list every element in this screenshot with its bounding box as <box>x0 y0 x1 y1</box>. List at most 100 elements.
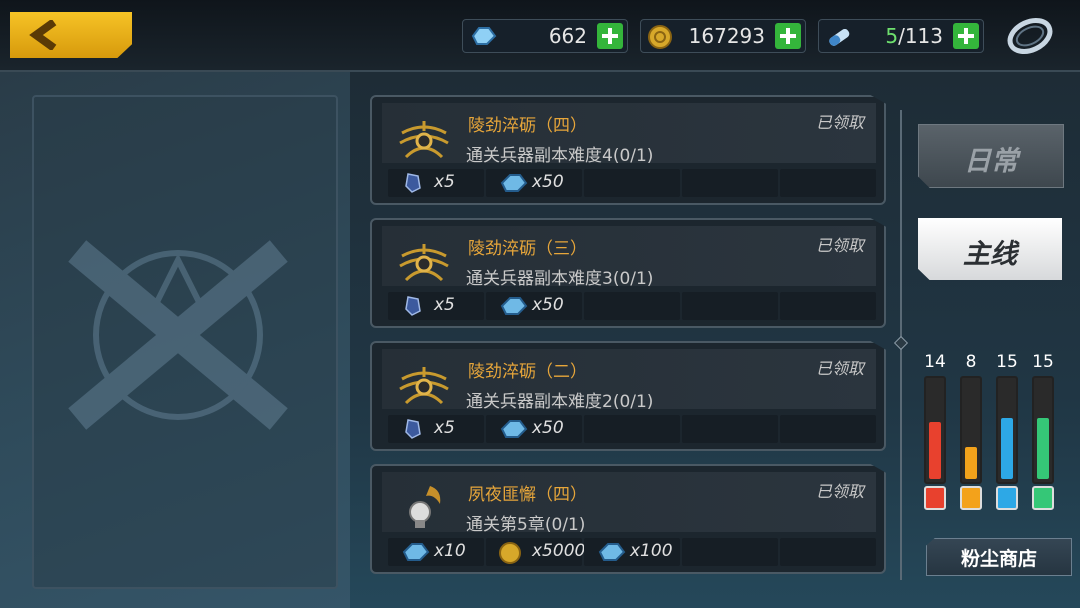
tab-daily[interactable]: 日常 <box>918 124 1064 188</box>
crystal-icon <box>471 27 497 45</box>
reward-quantity: x5 <box>434 418 455 438</box>
gauge-fill <box>1001 418 1013 479</box>
quest-header: 陵劲淬砺（三） 通关兵器副本难度3(0/1) 已领取 <box>382 226 876 289</box>
reward-slot <box>780 538 876 566</box>
reward-slot <box>780 292 876 320</box>
gold-value: 167293 <box>688 24 765 48</box>
weapon-quest-icon <box>399 244 449 282</box>
quest-rewards: x5 x50 <box>382 169 876 197</box>
dust-bottle-icon <box>924 486 946 510</box>
shard-icon <box>400 172 424 198</box>
reward-slot <box>584 169 680 197</box>
stamina-max: /113 <box>898 24 943 48</box>
quest-description: 通关第5章(0/1) <box>466 515 586 535</box>
add-stamina-button[interactable] <box>953 23 979 49</box>
quest-description: 通关兵器副本难度3(0/1) <box>466 269 654 289</box>
add-crystal-button[interactable] <box>597 23 623 49</box>
top-bar: 662 167293 5/113 <box>0 0 1080 72</box>
dust-bottle-icon <box>996 486 1018 510</box>
reward-slot[interactable]: x100 <box>584 538 680 566</box>
tab-main[interactable]: 主线 <box>918 218 1062 280</box>
quest-status: 已领取 <box>815 236 864 255</box>
quest-rewards: x10 x5000 x100 <box>382 538 876 566</box>
shard-icon <box>400 295 424 321</box>
reward-slot <box>682 415 778 443</box>
quest-title: 陵劲淬砺（三） <box>468 239 587 259</box>
gauge-value: 15 <box>996 352 1018 372</box>
quest-rewards: x5 x50 <box>382 292 876 320</box>
crystal-icon <box>400 541 430 567</box>
reward-slot[interactable]: x5 <box>388 415 484 443</box>
quest-title: 夙夜匪懈（四） <box>468 485 587 505</box>
reward-slot[interactable]: x5 <box>388 292 484 320</box>
reward-quantity: x5 <box>434 172 455 192</box>
reward-quantity: x10 <box>434 541 466 561</box>
gauge-tube <box>1032 376 1054 484</box>
reward-slot <box>780 415 876 443</box>
quest-header: 夙夜匪懈（四） 通关第5章(0/1) 已领取 <box>382 472 876 535</box>
shard-icon <box>400 418 424 444</box>
ring-icon[interactable] <box>1004 14 1056 58</box>
reward-slot <box>780 169 876 197</box>
tab-main-label: 主线 <box>963 239 1017 270</box>
stamina-value: 5/113 <box>885 24 943 48</box>
gold-coin-icon <box>498 541 524 569</box>
dust-shop-button[interactable]: 粉尘商店 <box>926 538 1072 576</box>
crystal-value: 662 <box>548 24 587 48</box>
reward-quantity: x50 <box>532 418 564 438</box>
add-gold-button[interactable] <box>775 23 801 49</box>
gauge-fill <box>1037 418 1049 479</box>
quest-card[interactable]: 陵劲淬砺（四） 通关兵器副本难度4(0/1) 已领取 x5 x50 <box>370 95 886 205</box>
reward-slot[interactable]: x5000 <box>486 538 586 569</box>
gauge-value: 8 <box>965 352 977 372</box>
lightbulb-icon <box>409 486 441 528</box>
reward-quantity: x50 <box>532 295 564 315</box>
reward-slot[interactable]: x50 <box>486 292 582 320</box>
crystal-counter: 662 <box>462 19 628 53</box>
quest-header: 陵劲淬砺（二） 通关兵器副本难度2(0/1) 已领取 <box>382 349 876 412</box>
dust-shop-label: 粉尘商店 <box>960 548 1037 570</box>
reward-slot <box>682 538 778 566</box>
quest-status: 已领取 <box>815 482 864 501</box>
gold-counter: 167293 <box>640 19 806 53</box>
reward-slot[interactable]: x5 <box>388 169 484 197</box>
gauge-tube <box>924 376 946 484</box>
stamina-counter: 5/113 <box>818 19 984 53</box>
quest-description: 通关兵器副本难度4(0/1) <box>466 146 654 166</box>
weapon-quest-icon <box>399 367 449 405</box>
stamina-pill-icon <box>829 28 850 46</box>
gauge-tube <box>960 376 982 484</box>
quest-card[interactable]: 陵劲淬砺（三） 通关兵器副本难度3(0/1) 已领取 x5 x50 <box>370 218 886 328</box>
gauge-fill <box>965 447 977 479</box>
reward-slot[interactable]: x10 <box>388 538 484 566</box>
quest-status: 已领取 <box>815 113 864 132</box>
gauge-value: 14 <box>924 352 946 372</box>
crystal-icon <box>498 172 528 198</box>
back-button[interactable] <box>10 12 132 58</box>
reward-slot <box>584 292 680 320</box>
reward-slot <box>584 415 680 443</box>
crystal-icon <box>498 418 528 444</box>
quest-header: 陵劲淬砺（四） 通关兵器副本难度4(0/1) 已领取 <box>382 103 876 166</box>
dust-bottle-icon <box>1032 486 1054 510</box>
quest-title: 陵劲淬砺（四） <box>468 116 587 136</box>
gold-coin-icon <box>648 25 672 49</box>
reward-quantity: x100 <box>630 541 673 561</box>
dust-bottle-icon <box>960 486 982 510</box>
crystal-icon <box>596 541 626 567</box>
reward-slot[interactable]: x50 <box>486 415 582 443</box>
reward-slot[interactable]: x50 <box>486 169 582 197</box>
crystal-icon <box>498 295 528 321</box>
weapon-quest-icon <box>399 121 449 159</box>
quest-status: 已领取 <box>815 359 864 378</box>
quest-rewards: x5 x50 <box>382 415 876 443</box>
reward-quantity: x5 <box>434 295 455 315</box>
reward-quantity: x5000 <box>532 541 586 561</box>
quest-card[interactable]: 陵劲淬砺（二） 通关兵器副本难度2(0/1) 已领取 x5 x50 <box>370 341 886 451</box>
quest-card[interactable]: 夙夜匪懈（四） 通关第5章(0/1) 已领取 x10 x5000 x100 <box>370 464 886 574</box>
reward-slot <box>682 292 778 320</box>
gauge-value: 15 <box>1032 352 1054 372</box>
reward-slot <box>682 169 778 197</box>
reward-quantity: x50 <box>532 172 564 192</box>
quest-description: 通关兵器副本难度2(0/1) <box>466 392 654 412</box>
